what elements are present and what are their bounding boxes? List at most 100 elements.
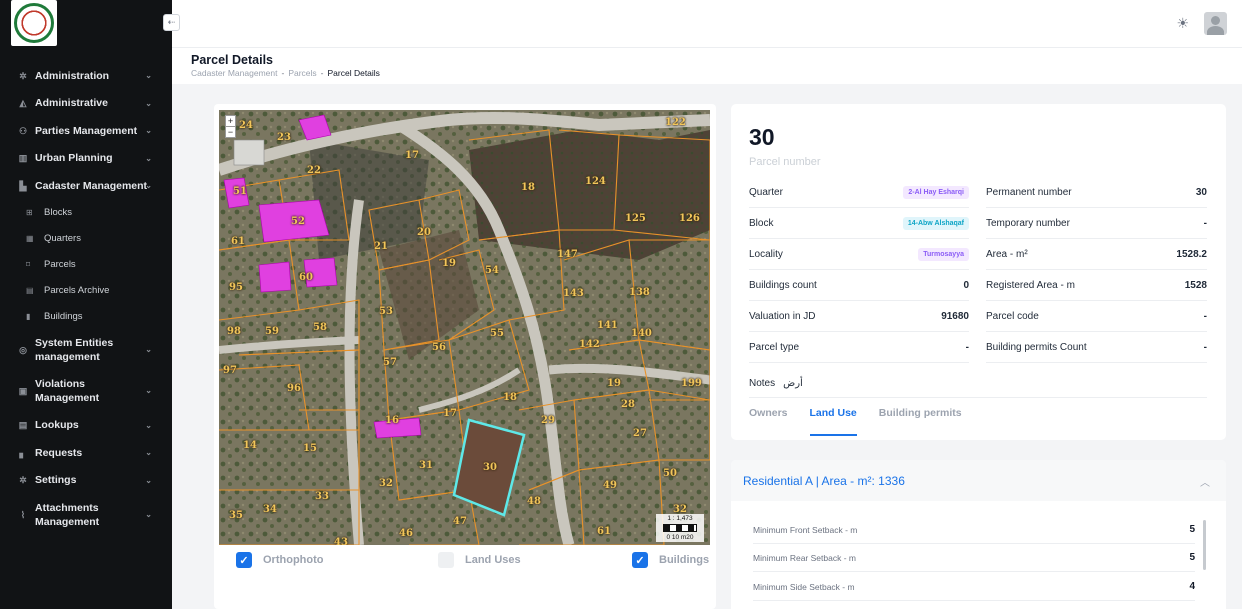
building-icon: ▙ (19, 180, 27, 191)
sidebar-item-label: Attachments Management (35, 501, 100, 528)
tab-owners[interactable]: Owners (749, 400, 788, 436)
field-label: Parcel type (749, 341, 800, 353)
parcel-label: 58 (313, 322, 327, 333)
gear-icon: ✲ (19, 70, 27, 81)
chevron-down-icon: ⌄ (145, 420, 152, 430)
parcel-label: 16 (385, 415, 399, 426)
row-locality: Locality Turmosayya (749, 239, 969, 270)
sidebar-item-label: Administration (35, 69, 110, 82)
chevron-down-icon: ⌄ (145, 345, 152, 354)
logo[interactable] (11, 0, 57, 46)
chevron-up-icon[interactable]: ︿ (1200, 474, 1210, 489)
land-use-row: Minimum Rear Setback - m 5 (753, 544, 1195, 572)
parcel-label: 60 (299, 272, 313, 283)
parcel-label: 141 (597, 320, 618, 331)
checkbox-orthophoto[interactable]: ✓ (236, 552, 252, 568)
tab-land-use[interactable]: Land Use (809, 400, 857, 436)
arrow-left-icon: ⇠ (167, 17, 176, 27)
field-value: - (1203, 341, 1207, 353)
parcel-label: 59 (265, 326, 279, 337)
sidebar-item-cadaster[interactable]: ▙ Cadaster Management ⌄ (0, 172, 172, 200)
layer-buildings[interactable]: ✓ Buildings (632, 552, 709, 568)
sidebar-item-parties[interactable]: ⚇ Parties Management ⌄ (0, 117, 172, 145)
parcel-label: 122 (665, 117, 686, 128)
building-icon: ▮ (26, 312, 31, 321)
field-value: - (965, 341, 969, 353)
zoom-in-button[interactable]: + (226, 116, 235, 127)
row-valuation: Valuation in JD 91680 (749, 301, 969, 332)
row-permanent-number: Permanent number 30 (986, 177, 1207, 208)
page-title: Parcel Details (191, 53, 273, 67)
sidebar-item-attachments[interactable]: ⌇ Attachments Management ⌄ (0, 494, 172, 535)
sidebar-sub-quarters[interactable]: ▦ Quarters (0, 226, 172, 252)
sidebar-item-system-entities[interactable]: ◎ System Entities management ⌄ (0, 330, 172, 371)
sidebar-item-administration[interactable]: ✲ Administration ⌄ (0, 62, 172, 90)
block-badge: 14-Abw Alshaqaf (902, 216, 969, 230)
parcel-label: 49 (603, 480, 617, 491)
parcel-label: 47 (453, 516, 467, 527)
avatar[interactable] (1204, 12, 1227, 35)
grid-icon: ⊞ (26, 208, 33, 217)
sidebar-sub-buildings[interactable]: ▮ Buildings (0, 304, 172, 330)
row-block: Block 14-Abw Alshaqaf (749, 208, 969, 239)
layer-label: Orthophoto (263, 554, 324, 566)
quarter-badge: 2-Al Hay Esharqi (903, 185, 969, 199)
collapse-sidebar-button[interactable]: ⇠ (163, 14, 180, 31)
map-scale: 1 : 1,473 0 10 m20 (656, 514, 704, 542)
sidebar-item-lookups[interactable]: ▤ Lookups ⌄ (0, 412, 172, 440)
parcel-details-card: 30 Parcel number Quarter 2-Al Hay Esharqi… (731, 104, 1226, 440)
tab-building-permits[interactable]: Building permits (879, 400, 962, 436)
checkbox-buildings[interactable]: ✓ (632, 552, 648, 568)
parcel-number: 30 (749, 124, 775, 150)
logo-emblem-icon (14, 3, 54, 43)
land-use-label: Minimum Front Setback - m (753, 524, 858, 535)
sidebar-item-label: Lookups (35, 419, 79, 432)
parcel-label: 19 (607, 378, 621, 389)
checkbox-land-uses[interactable] (438, 552, 454, 568)
parcel-label: 55 (490, 328, 504, 339)
sidebar-item-requests[interactable]: ▖ Requests ⌄ (0, 439, 172, 467)
users-icon: ⚇ (18, 125, 28, 136)
sidebar-item-administrative[interactable]: ◭ Administrative ⌄ (0, 90, 172, 118)
parcel-label: 61 (231, 236, 245, 247)
row-quarter: Quarter 2-Al Hay Esharqi (749, 177, 969, 208)
parcel-label: 97 (223, 365, 237, 376)
field-label: Buildings count (749, 279, 817, 291)
parcel-map[interactable]: 24 23 22 17 18 124 122 125 126 51 52 61 21 20 19 54 147 1… (219, 110, 710, 545)
layer-orthophoto[interactable]: ✓ Orthophoto (236, 552, 323, 568)
field-value: - (1203, 310, 1207, 322)
parcel-label: 23 (277, 132, 291, 143)
parcel-label: 33 (315, 491, 329, 502)
parcel-label: 140 (631, 328, 652, 339)
chevron-down-icon: ⌄ (145, 71, 152, 81)
gear-icon: ◎ (19, 345, 27, 355)
field-value: 91680 (941, 310, 969, 322)
row-building-permits-count: Building permits Count - (986, 332, 1207, 363)
land-use-accordion-header[interactable]: Residential A | Area - m²: 1336 ︿ (731, 460, 1226, 501)
breadcrumb-link-parcels[interactable]: Parcels (288, 68, 316, 78)
theme-toggle-sun-icon[interactable]: ☀ (1176, 15, 1189, 32)
chevron-up-icon: ⌄ (145, 181, 152, 191)
sidebar-sub-parcels[interactable]: ⌑ Parcels (0, 252, 172, 278)
layer-land-uses[interactable]: Land Uses (438, 552, 521, 568)
parcel-label: 17 (405, 150, 419, 161)
scrollbar[interactable] (1203, 520, 1206, 570)
breadcrumb-link-cadaster[interactable]: Cadaster Management (191, 68, 277, 78)
sidebar-item-violations[interactable]: ▣ Violations Management ⌄ (0, 371, 172, 412)
chevron-down-icon: ⌄ (145, 386, 152, 395)
parcel-label: 147 (557, 249, 578, 260)
parcel-label: 56 (432, 342, 446, 353)
sidebar-sub-blocks[interactable]: ⊞ Blocks (0, 200, 172, 226)
layer-label: Land Uses (465, 554, 521, 566)
parcel-label: 124 (585, 176, 606, 187)
parcel-label: 19 (442, 258, 456, 269)
parcel-label: 125 (625, 213, 646, 224)
field-label: Locality (749, 248, 783, 260)
zoom-out-button[interactable]: − (226, 127, 235, 137)
sidebar-item-urban-planning[interactable]: ▥ Urban Planning ⌄ (0, 145, 172, 173)
list-icon: ▤ (18, 420, 28, 431)
sidebar-sub-parcels-archive[interactable]: ▤ Parcels Archive (0, 278, 172, 304)
parcel-label: 18 (521, 182, 535, 193)
sidebar-item-label: Cadaster Management (35, 179, 148, 192)
sidebar-item-settings[interactable]: ✲ Settings ⌄ (0, 467, 172, 495)
